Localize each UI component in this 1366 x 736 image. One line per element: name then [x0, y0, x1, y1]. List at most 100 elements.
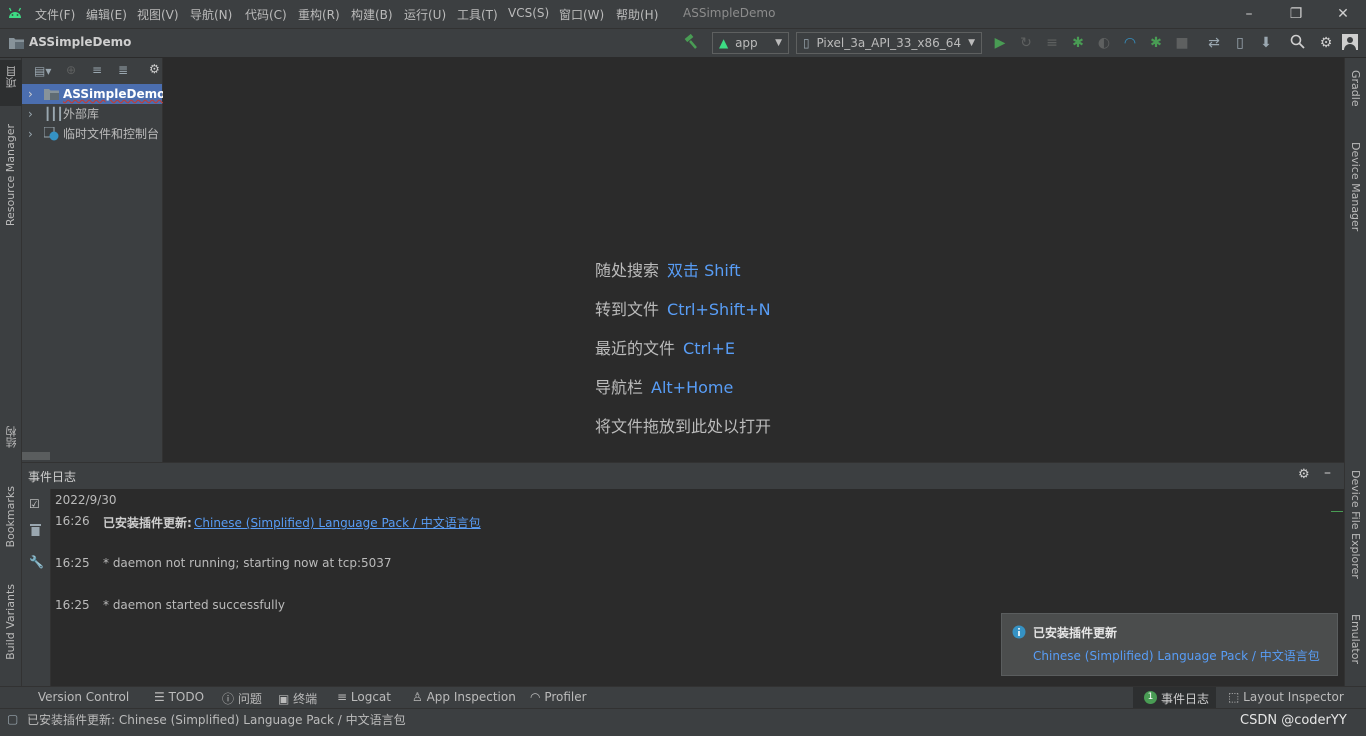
- menu-edit[interactable]: 编辑(E): [86, 6, 127, 23]
- tree-item-label: 临时文件和控制台: [63, 124, 159, 144]
- breadcrumb-project[interactable]: ASSimpleDemo: [29, 35, 131, 49]
- menu-window[interactable]: 窗口(W): [559, 6, 604, 23]
- hint-label: 最近的文件: [595, 339, 675, 358]
- navigation-bar: ASSimpleDemo ▲ app ▼ ▯ Pixel_3a_API_33_x…: [0, 29, 1366, 58]
- android-icon: ▲: [719, 36, 728, 50]
- stop-icon[interactable]: ■: [1173, 34, 1191, 52]
- hint-shortcut: 双击 Shift: [667, 261, 740, 280]
- watermark: CSDN @coderYY: [1240, 713, 1347, 728]
- restore-button[interactable]: ❐: [1281, 3, 1311, 25]
- notification-balloon[interactable]: 已安装插件更新 Chinese (Simplified) Language Pa…: [1001, 613, 1338, 676]
- event-log-settings-gear-icon[interactable]: ⚙: [1298, 467, 1310, 482]
- tree-item-scratches[interactable]: › 临时文件和控制台: [22, 124, 162, 144]
- menu-navigate[interactable]: 导航(N): [190, 6, 232, 23]
- expand-all-icon[interactable]: ≡: [92, 63, 102, 77]
- log-date: 2022/9/30: [55, 493, 117, 507]
- project-tab[interactable]: 项目: [0, 60, 22, 106]
- structure-tab[interactable]: 结构: [4, 426, 20, 448]
- problems-tab[interactable]: ⓘ 问题: [222, 690, 262, 707]
- profiler-tab[interactable]: ◠ Profiler: [530, 690, 587, 704]
- tab-label: Version Control: [38, 690, 129, 704]
- device-manager-icon[interactable]: ▯: [1231, 34, 1249, 52]
- bookmarks-tab[interactable]: Bookmarks: [4, 486, 17, 547]
- gradle-tab[interactable]: Gradle: [1349, 70, 1362, 107]
- hide-panel-icon[interactable]: –: [1324, 465, 1331, 481]
- log-time: 16:25: [55, 556, 90, 570]
- settings-gear-icon[interactable]: ⚙: [1317, 34, 1335, 52]
- avatar[interactable]: [1342, 34, 1360, 52]
- notification-title: 已安装插件更新: [1033, 624, 1117, 641]
- build-variants-tab[interactable]: Build Variants: [4, 584, 17, 660]
- sdk-manager-icon[interactable]: ⬇: [1257, 34, 1275, 52]
- status-bar: ▢ 已安装插件更新: Chinese (Simplified) Language…: [0, 708, 1366, 736]
- run-config-select[interactable]: ▲ app ▼: [712, 32, 789, 54]
- project-view-select-icon[interactable]: ▤▾: [34, 64, 51, 78]
- menu-code[interactable]: 代码(C): [245, 6, 287, 23]
- device-file-explorer-tab[interactable]: Device File Explorer: [1349, 470, 1362, 579]
- project-tab-label: 项目: [4, 66, 20, 88]
- chevron-right-icon[interactable]: ›: [28, 84, 33, 104]
- status-message[interactable]: 已安装插件更新: Chinese (Simplified) Language P…: [27, 711, 406, 728]
- wrench-icon[interactable]: 🔧: [29, 555, 44, 569]
- device-label: Pixel_3a_API_33_x86_64: [816, 36, 961, 50]
- list-icon: ☰: [154, 690, 165, 704]
- apply-code-changes-icon[interactable]: ≡: [1043, 34, 1061, 52]
- project-options-gear-icon[interactable]: ⚙: [149, 62, 160, 76]
- hint-shortcut: Ctrl+E: [683, 339, 735, 358]
- phone-icon: ▯: [803, 36, 810, 50]
- module-folder-icon: [44, 88, 59, 100]
- logcat-icon: ≡: [337, 690, 347, 704]
- search-icon[interactable]: [1290, 34, 1308, 52]
- info-icon: [1012, 625, 1026, 639]
- device-manager-tab[interactable]: Device Manager: [1349, 142, 1362, 231]
- menu-help[interactable]: 帮助(H): [616, 6, 658, 23]
- hint-shortcut: Alt+Home: [651, 378, 733, 397]
- minimize-button[interactable]: –: [1234, 3, 1264, 25]
- inspection-icon: ♙: [412, 690, 423, 704]
- collapse-all-icon[interactable]: ≣: [118, 63, 128, 77]
- menu-view[interactable]: 视图(V): [137, 6, 179, 23]
- horizontal-scrollbar[interactable]: [22, 452, 50, 460]
- menu-tools[interactable]: 工具(T): [457, 6, 498, 23]
- close-button[interactable]: ✕: [1328, 3, 1358, 25]
- run-icon[interactable]: ▶: [991, 34, 1009, 52]
- emulator-tab[interactable]: Emulator: [1349, 614, 1362, 676]
- hint-search-everywhere: 随处搜索 双击 Shift: [595, 257, 740, 281]
- log-plugin-link[interactable]: Chinese (Simplified) Language Pack / 中文语…: [194, 514, 481, 531]
- version-control-tab[interactable]: ⹽ Version Control: [34, 690, 129, 704]
- logcat-tab[interactable]: ≡ Logcat: [337, 690, 391, 704]
- app-inspection-tab[interactable]: ♙ App Inspection: [412, 690, 516, 704]
- chevron-right-icon[interactable]: ›: [28, 124, 33, 144]
- mark-all-read-icon[interactable]: ☑: [29, 497, 40, 511]
- locate-file-icon[interactable]: ⊕: [66, 63, 76, 77]
- menu-file[interactable]: 文件(F): [35, 6, 75, 23]
- build-hammer-icon[interactable]: [683, 34, 701, 52]
- debug-icon[interactable]: ✱: [1069, 34, 1087, 52]
- device-select[interactable]: ▯ Pixel_3a_API_33_x86_64 ▼: [796, 32, 982, 54]
- attach-debugger-icon[interactable]: ✱: [1147, 34, 1165, 52]
- menu-run[interactable]: 运行(U): [404, 6, 446, 23]
- menu-build[interactable]: 构建(B): [351, 6, 393, 23]
- resource-manager-tab[interactable]: Resource Manager: [4, 124, 17, 226]
- sync-gradle-icon[interactable]: ⇄: [1205, 34, 1223, 52]
- log-time: 16:25: [55, 598, 90, 612]
- tree-item-external-libraries[interactable]: › ┃┃┃ 外部库: [22, 104, 162, 124]
- todo-tab[interactable]: ☰ TODO: [154, 690, 204, 704]
- menu-vcs[interactable]: VCS(S): [508, 6, 549, 20]
- notification-link[interactable]: Chinese (Simplified) Language Pack / 中文语…: [1033, 647, 1320, 664]
- chevron-right-icon[interactable]: ›: [28, 104, 33, 124]
- tree-item-project[interactable]: › ASSimpleDemo: [22, 84, 162, 104]
- clear-trash-icon[interactable]: [30, 523, 41, 536]
- menu-refactor[interactable]: 重构(R): [298, 6, 340, 23]
- bottom-tool-bar: ⹽ Version Control ☰ TODO ⓘ 问题 ▣ 终端 ≡ Log…: [0, 686, 1366, 708]
- layout-inspector-tab[interactable]: ⬚ Layout Inspector: [1228, 690, 1344, 704]
- log-message: * daemon started successfully: [103, 598, 285, 612]
- tree-item-label: ASSimpleDemo: [63, 84, 165, 104]
- event-log-tab[interactable]: 1 事件日志: [1133, 687, 1216, 708]
- profile-icon[interactable]: ◠: [1121, 34, 1139, 52]
- problems-icon: ⓘ: [222, 692, 234, 706]
- toggle-tool-windows-icon[interactable]: ▢: [7, 712, 18, 726]
- apply-changes-restart-icon[interactable]: ↻: [1017, 34, 1035, 52]
- coverage-icon[interactable]: ◐: [1095, 34, 1113, 52]
- terminal-tab[interactable]: ▣ 终端: [278, 690, 317, 707]
